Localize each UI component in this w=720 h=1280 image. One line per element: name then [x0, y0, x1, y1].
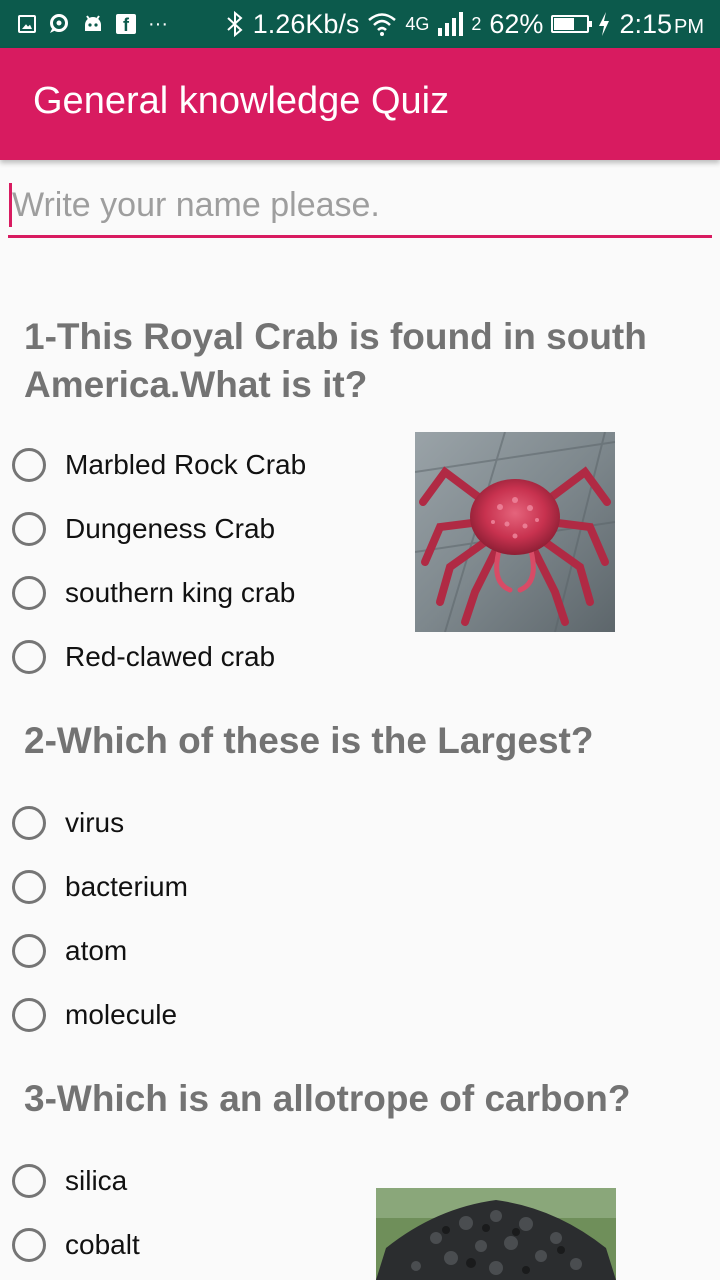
option-label: cobalt	[65, 1229, 140, 1260]
q2-option-2[interactable]: bacterium	[12, 865, 188, 909]
charging-icon	[599, 12, 610, 36]
network-speed: 1.26Kb/s	[252, 8, 360, 39]
battery-fill	[554, 18, 575, 30]
wifi-icon	[368, 13, 397, 36]
clock-time: 2:15	[619, 8, 672, 39]
gallery-icon	[18, 15, 36, 33]
question-3-text: 3-Which is an allotrope of carbon?	[24, 1078, 631, 1119]
radio-button[interactable]	[12, 806, 46, 840]
radio-button[interactable]	[12, 934, 46, 968]
facebook-icon: f	[116, 14, 136, 34]
option-label: southern king crab	[65, 577, 296, 608]
network-type: 4G	[405, 13, 430, 34]
battery-icon	[551, 15, 593, 33]
radio-button[interactable]	[12, 998, 46, 1032]
system-icons: 1.26Kb/s 4G 2 62% 2:15 PM	[225, 9, 704, 40]
question-2-text: 2-Which of these is the Largest?	[24, 720, 594, 761]
clock-ampm: PM	[674, 15, 704, 38]
radio-button[interactable]	[12, 640, 46, 674]
option-label: molecule	[65, 999, 178, 1030]
q1-option-3[interactable]: southern king crab	[12, 571, 295, 615]
q3-option-2[interactable]: cobalt	[12, 1223, 140, 1267]
app-title: General knowledge Quiz	[33, 79, 450, 122]
notification-icons: f ···	[18, 13, 168, 36]
crab-image	[415, 432, 615, 632]
q2-option-1[interactable]: virus	[12, 801, 124, 845]
option-label: atom	[65, 935, 128, 966]
option-label: bacterium	[65, 871, 188, 902]
signal-icon	[438, 12, 464, 36]
more-notifications-icon: ···	[148, 12, 168, 35]
q3-option-1[interactable]: silica	[12, 1159, 127, 1203]
status-bar: f ··· 1.26Kb/s 4G 2 62% 2:15 PM	[0, 0, 720, 48]
option-label: Red-clawed crab	[65, 641, 276, 672]
radio-button[interactable]	[12, 576, 46, 610]
clock: 2:15 PM	[619, 9, 704, 40]
android-icon	[85, 15, 101, 31]
option-label: silica	[65, 1165, 128, 1196]
q1-option-4[interactable]: Red-clawed crab	[12, 635, 275, 679]
option-label: virus	[65, 807, 125, 838]
bluetooth-icon	[227, 11, 243, 37]
question-1-text: 1-This Royal Crab is found in south Amer…	[24, 316, 647, 405]
radio-button[interactable]	[12, 448, 46, 482]
option-label: Marbled Rock Crab	[65, 449, 307, 480]
radio-button[interactable]	[12, 1164, 46, 1198]
name-input[interactable]	[8, 176, 712, 238]
sim-slot: 2	[471, 13, 482, 34]
chat-bubble-icon	[50, 14, 68, 33]
battery-percent: 62%	[489, 8, 544, 39]
radio-button[interactable]	[12, 870, 46, 904]
q1-option-1[interactable]: Marbled Rock Crab	[12, 443, 306, 487]
q1-option-2[interactable]: Dungeness Crab	[12, 507, 275, 551]
text-cursor	[9, 183, 12, 227]
app-bar: General knowledge Quiz	[0, 48, 720, 160]
q2-option-3[interactable]: atom	[12, 929, 127, 973]
coal-image	[376, 1188, 616, 1280]
option-label: Dungeness Crab	[65, 513, 276, 544]
radio-button[interactable]	[12, 512, 46, 546]
q2-option-4[interactable]: molecule	[12, 993, 177, 1037]
radio-button[interactable]	[12, 1228, 46, 1262]
